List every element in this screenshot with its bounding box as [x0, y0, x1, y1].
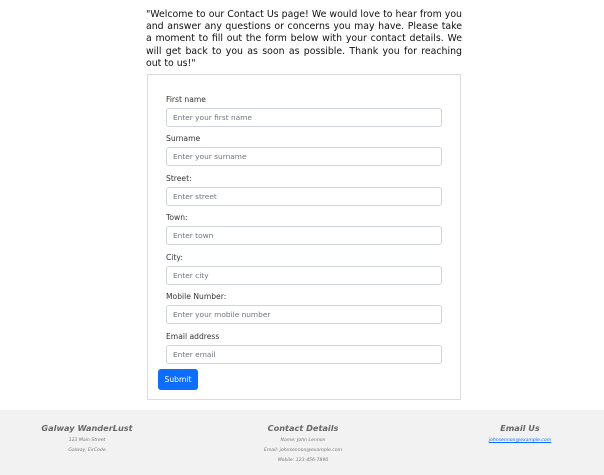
- street-label: Street:: [166, 174, 192, 183]
- city-label: City:: [166, 253, 183, 262]
- mobile-label: Mobile Number:: [166, 292, 227, 301]
- footer-company-address: 123 Main Street: [68, 438, 106, 443]
- submit-button[interactable]: Submit: [158, 369, 198, 390]
- town-group: Town:: [166, 212, 442, 245]
- first-name-input[interactable]: [166, 108, 442, 127]
- surname-input[interactable]: [166, 147, 442, 166]
- first-name-label: First name: [166, 95, 206, 104]
- footer-email-link[interactable]: johnsennon@example.com: [470, 436, 570, 446]
- mobile-group: Mobile Number:: [166, 291, 442, 324]
- footer-email-us: Email Us johnsennon@example.com: [470, 423, 570, 446]
- city-input[interactable]: [166, 266, 442, 285]
- surname-label: Surname: [166, 134, 201, 143]
- first-name-group: First name: [166, 94, 442, 127]
- footer-company-city: Galway, EirCode: [68, 448, 106, 453]
- footer-contact-name: Name: John Lennon: [280, 438, 326, 443]
- footer-contact-mobile: Mobile: 123-456-7890: [277, 458, 329, 463]
- footer-contact-email: Email: johnsennon@example.com: [263, 448, 343, 453]
- intro-text: "Welcome to our Contact Us page! We woul…: [146, 9, 462, 69]
- footer-company: Galway WanderLust 123 Main Street Galway…: [37, 423, 137, 456]
- email-label: Email address: [166, 332, 220, 341]
- email-group: Email address: [166, 331, 442, 364]
- town-input[interactable]: [166, 226, 442, 245]
- surname-group: Surname: [166, 133, 442, 166]
- street-input[interactable]: [166, 187, 442, 206]
- mobile-input[interactable]: [166, 305, 442, 324]
- street-group: Street:: [166, 173, 442, 206]
- city-group: City:: [166, 252, 442, 285]
- footer-contact-title: Contact Details: [267, 423, 339, 433]
- footer-company-title: Galway WanderLust: [41, 423, 133, 433]
- footer: Galway WanderLust 123 Main Street Galway…: [0, 410, 604, 475]
- email-input[interactable]: [166, 345, 442, 364]
- footer-email-us-title: Email Us: [500, 423, 540, 433]
- town-label: Town:: [166, 213, 188, 222]
- contact-form: First name Surname Street: Town: City: M…: [147, 74, 461, 400]
- footer-contact: Contact Details Name: John Lennon Email:…: [253, 423, 353, 466]
